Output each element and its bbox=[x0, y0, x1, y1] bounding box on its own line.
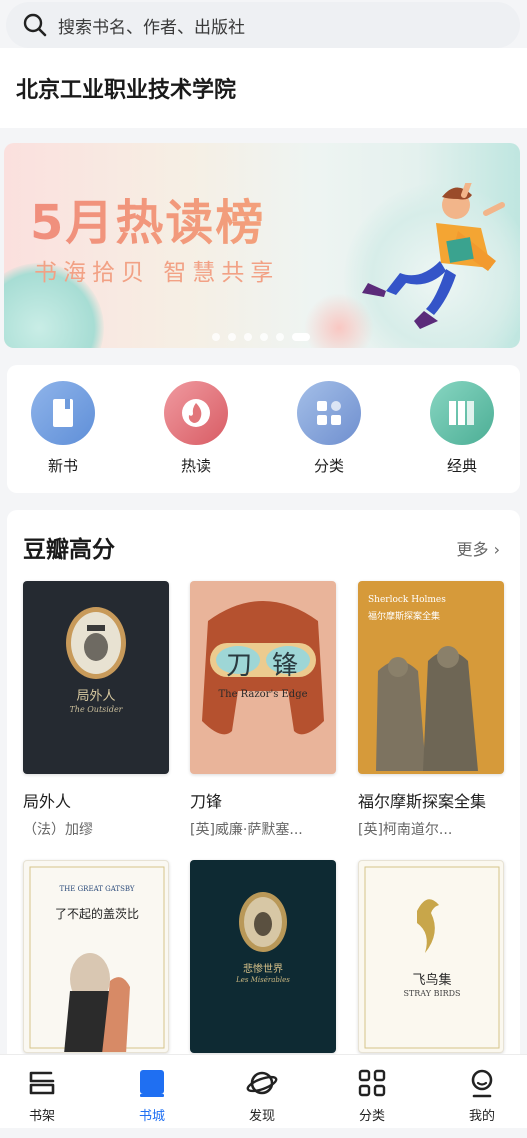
reader-illustration bbox=[362, 183, 505, 329]
book-author: （法）加缪 bbox=[23, 822, 93, 838]
cover-title: 刀锋 bbox=[225, 651, 318, 681]
cover-subtitle: STRAY BIRDS bbox=[403, 989, 461, 998]
pagination-dot[interactable] bbox=[260, 333, 268, 341]
cover-subtitle: THE GREAT GATSBY bbox=[59, 885, 135, 893]
book-cover[interactable]: 飞鸟集 STRAY BIRDS bbox=[358, 860, 504, 1053]
tab-discover[interactable]: 发现 bbox=[232, 1067, 292, 1124]
book-card[interactable]: 悲惨世界 Les Misérables bbox=[190, 860, 336, 1067]
school-name: 北京工业职业技术学院 bbox=[16, 78, 237, 103]
book-card[interactable]: 局外人 The Outsider 局外人 （法）加缪 bbox=[23, 581, 169, 839]
quick-link-label: 热读 bbox=[180, 457, 211, 475]
cover-subtitle: Sherlock Holmes bbox=[368, 595, 446, 605]
books-icon bbox=[430, 381, 494, 445]
search-icon bbox=[22, 12, 48, 38]
tab-label: 我的 bbox=[468, 1109, 495, 1124]
school-header: 北京工业职业技术学院 bbox=[0, 48, 527, 128]
quick-link-hot-reads[interactable]: 热读 bbox=[156, 381, 236, 476]
book-cover[interactable]: THE GREAT GATSBY 了不起的盖茨比 bbox=[23, 860, 169, 1053]
more-link[interactable]: 更多 › bbox=[457, 536, 501, 560]
cover-subtitle: Les Misérables bbox=[236, 976, 290, 984]
quick-links: 新书 热读 分类 经典 bbox=[7, 365, 520, 493]
book-cover[interactable]: 局外人 The Outsider bbox=[23, 581, 169, 774]
book-title: 局外人 bbox=[23, 792, 72, 811]
douban-top-rated-section: 豆瓣高分 更多 › 局外人 The Outsider 局外人 （法）加缪 刀锋 bbox=[7, 510, 520, 1070]
book-card[interactable]: 刀锋 The Razor's Edge 刀锋 [英]威廉·萨默塞... bbox=[190, 581, 336, 839]
profile-icon bbox=[466, 1067, 498, 1099]
grid-icon bbox=[297, 381, 361, 445]
bookshelf-icon bbox=[26, 1067, 58, 1099]
banner-pagination[interactable] bbox=[212, 333, 310, 341]
book-title: 刀锋 bbox=[190, 792, 223, 811]
tab-category[interactable]: 分类 bbox=[342, 1067, 402, 1124]
cover-title: 了不起的盖茨比 bbox=[54, 907, 139, 921]
cover-title: 局外人 bbox=[76, 689, 116, 704]
pagination-dot[interactable] bbox=[276, 333, 284, 341]
book-cover[interactable]: Sherlock Holmes 福尔摩斯探案全集 bbox=[358, 581, 504, 774]
quick-link-classics[interactable]: 经典 bbox=[422, 381, 502, 476]
quick-link-label: 新书 bbox=[47, 457, 78, 475]
section-title: 豆瓣高分 bbox=[23, 537, 115, 563]
pagination-dot[interactable] bbox=[212, 333, 220, 341]
search-bar[interactable]: 搜索书名、作者、出版社 bbox=[6, 2, 520, 48]
planet-icon bbox=[246, 1067, 278, 1099]
banner-subtitle: 书海拾贝 智慧共享 bbox=[34, 260, 280, 286]
book-icon bbox=[31, 381, 95, 445]
quick-link-label: 分类 bbox=[313, 457, 344, 475]
book-cover[interactable]: 刀锋 The Razor's Edge bbox=[190, 581, 336, 774]
pagination-dot-active[interactable] bbox=[292, 333, 310, 341]
book-author: [英]威廉·萨默塞... bbox=[190, 822, 303, 838]
tab-profile[interactable]: 我的 bbox=[452, 1067, 512, 1124]
cover-title: 悲惨世界 bbox=[243, 964, 283, 975]
bookstore-icon bbox=[136, 1067, 168, 1099]
home-indicator-area bbox=[0, 1128, 527, 1138]
tab-bookshelf[interactable]: 书架 bbox=[12, 1067, 72, 1124]
cover-title: 福尔摩斯探案全集 bbox=[368, 612, 441, 622]
book-card[interactable]: Sherlock Holmes 福尔摩斯探案全集 福尔摩斯探案全集 [英]柯南道… bbox=[358, 581, 504, 839]
tab-label: 书架 bbox=[28, 1109, 55, 1124]
quick-link-label: 经典 bbox=[446, 457, 477, 475]
tab-bookstore[interactable]: 书城 bbox=[122, 1067, 182, 1124]
tab-label: 分类 bbox=[358, 1109, 385, 1124]
fire-icon bbox=[164, 381, 228, 445]
book-title: 福尔摩斯探案全集 bbox=[358, 792, 487, 811]
cover-title: 飞鸟集 bbox=[412, 973, 452, 988]
tab-label: 发现 bbox=[248, 1109, 275, 1124]
pagination-dot[interactable] bbox=[228, 333, 236, 341]
book-card[interactable]: THE GREAT GATSBY 了不起的盖茨比 bbox=[23, 860, 169, 1067]
promo-banner[interactable]: 5月热读榜 书海拾贝 智慧共享 bbox=[4, 143, 520, 348]
cover-subtitle: The Outsider bbox=[69, 705, 123, 714]
cover-subtitle: The Razor's Edge bbox=[218, 689, 308, 700]
pagination-dot[interactable] bbox=[244, 333, 252, 341]
book-card[interactable]: 飞鸟集 STRAY BIRDS bbox=[358, 860, 504, 1067]
search-placeholder: 搜索书名、作者、出版社 bbox=[58, 17, 245, 38]
tab-label: 书城 bbox=[138, 1109, 165, 1124]
book-author: [英]柯南道尔... bbox=[358, 822, 453, 838]
category-icon bbox=[356, 1067, 388, 1099]
bottom-tab-bar: 书架 书城 发现 分类 我的 bbox=[0, 1054, 527, 1138]
quick-link-categories[interactable]: 分类 bbox=[289, 381, 369, 476]
book-cover[interactable]: 悲惨世界 Les Misérables bbox=[190, 860, 336, 1053]
banner-title: 5月热读榜 bbox=[30, 183, 265, 253]
quick-link-new-books[interactable]: 新书 bbox=[23, 381, 103, 476]
